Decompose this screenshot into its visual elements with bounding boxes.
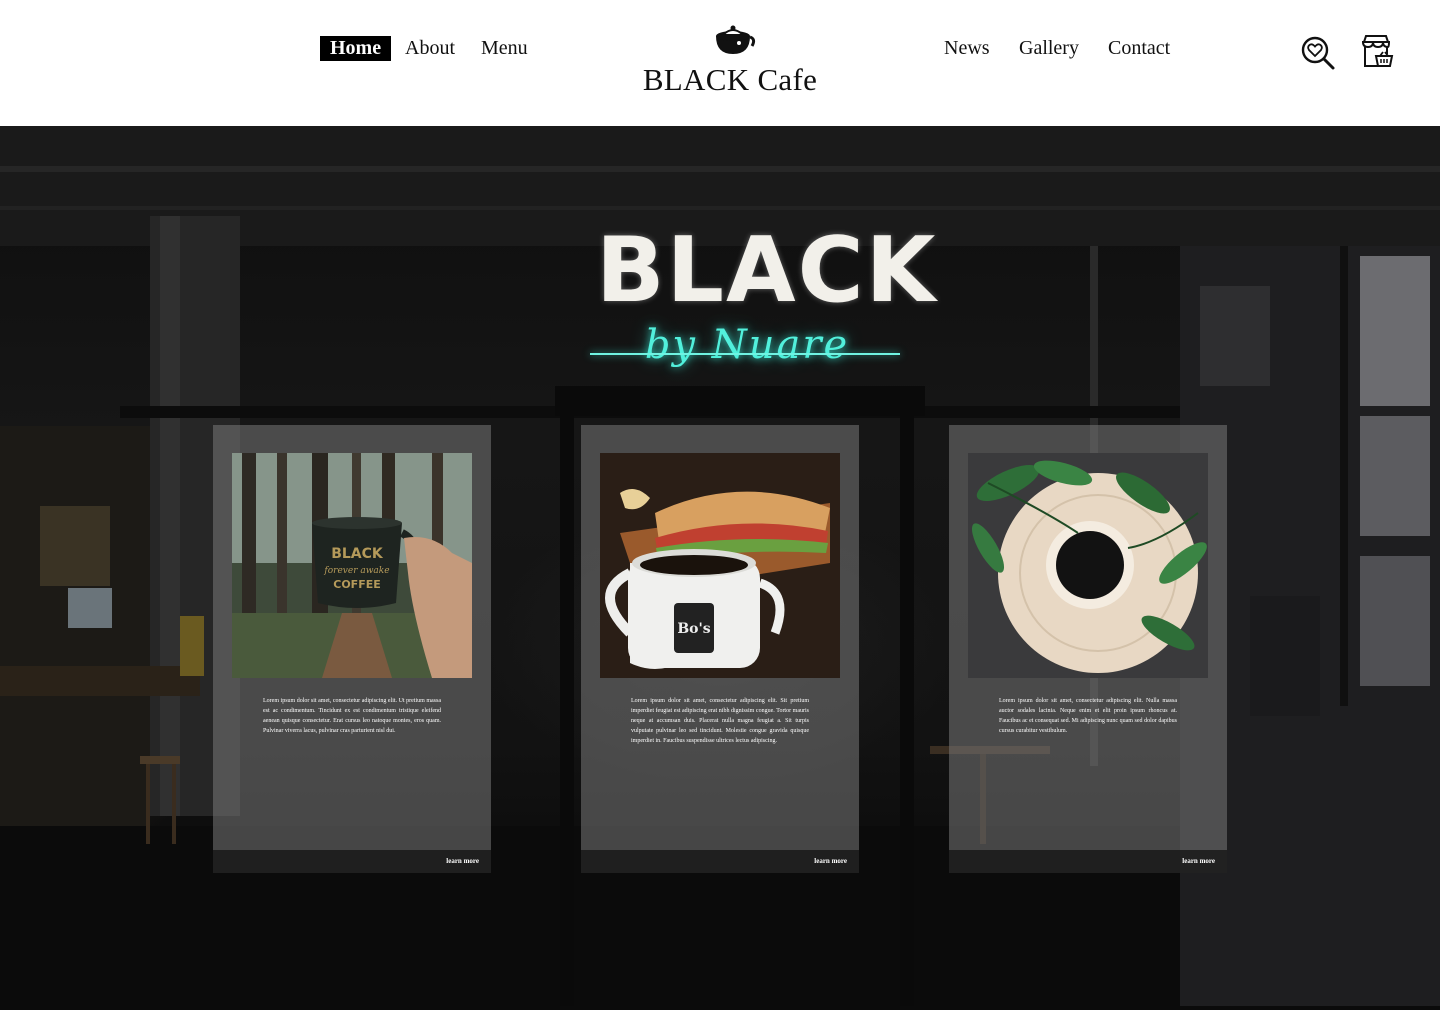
- learn-more-link[interactable]: learn more: [1182, 856, 1215, 866]
- nav-news[interactable]: News: [934, 36, 1000, 61]
- card-footer: learn more: [581, 850, 859, 873]
- neon-underline: [590, 353, 900, 355]
- mug-print-tagline: forever awake: [323, 566, 389, 576]
- card-photo-coffee-leaves: [968, 453, 1208, 678]
- mug-print-coffee: COFFEE: [333, 578, 380, 591]
- card-coffee-mug: BLACK forever awake COFFEE Lorem ipsum d…: [213, 425, 491, 873]
- site-header: Home About Menu BLACK Cafe News Gallery …: [0, 0, 1440, 126]
- nav-contact[interactable]: Contact: [1098, 36, 1180, 61]
- learn-more-link[interactable]: learn more: [446, 856, 479, 866]
- card-photo-sandwich-cup: Bo's: [600, 453, 840, 678]
- nav-home[interactable]: Home: [320, 36, 392, 61]
- neon-sign-script: by Nuare: [644, 322, 850, 368]
- nav-menu[interactable]: Menu: [471, 36, 538, 61]
- card-description: Lorem ipsum dolor sit amet, consectetur …: [631, 698, 809, 744]
- learn-more-link[interactable]: learn more: [814, 856, 847, 866]
- mug-print-black: BLACK: [331, 546, 384, 562]
- card-footer: learn more: [213, 850, 491, 873]
- brand-title[interactable]: BLACK Cafe: [600, 62, 860, 98]
- coffee-pot-icon: [716, 25, 756, 54]
- card-sandwich-coffee: Bo's Lorem ipsum dolor sit amet, consect…: [581, 425, 859, 873]
- shop-basket-icon[interactable]: [1358, 32, 1394, 72]
- card-coffee-leaves: Lorem ipsum dolor sit amet, consectetur …: [949, 425, 1227, 873]
- hero-banner: BLACK by Nuare BLACK forever awake COFFE…: [0, 126, 1440, 1010]
- nav-gallery[interactable]: Gallery: [1009, 36, 1089, 61]
- card-footer: learn more: [949, 850, 1227, 873]
- card-photo-forest-mug: BLACK forever awake COFFEE: [232, 453, 472, 678]
- heart-search-icon[interactable]: [1300, 32, 1336, 72]
- nav-about[interactable]: About: [395, 36, 465, 61]
- card-description: Lorem ipsum dolor sit amet, consectetur …: [263, 698, 441, 734]
- card-description: Lorem ipsum dolor sit amet, consectetur …: [999, 698, 1177, 734]
- neon-sign-title: BLACK: [596, 218, 938, 323]
- cup-print-logo: Bo's: [677, 621, 710, 637]
